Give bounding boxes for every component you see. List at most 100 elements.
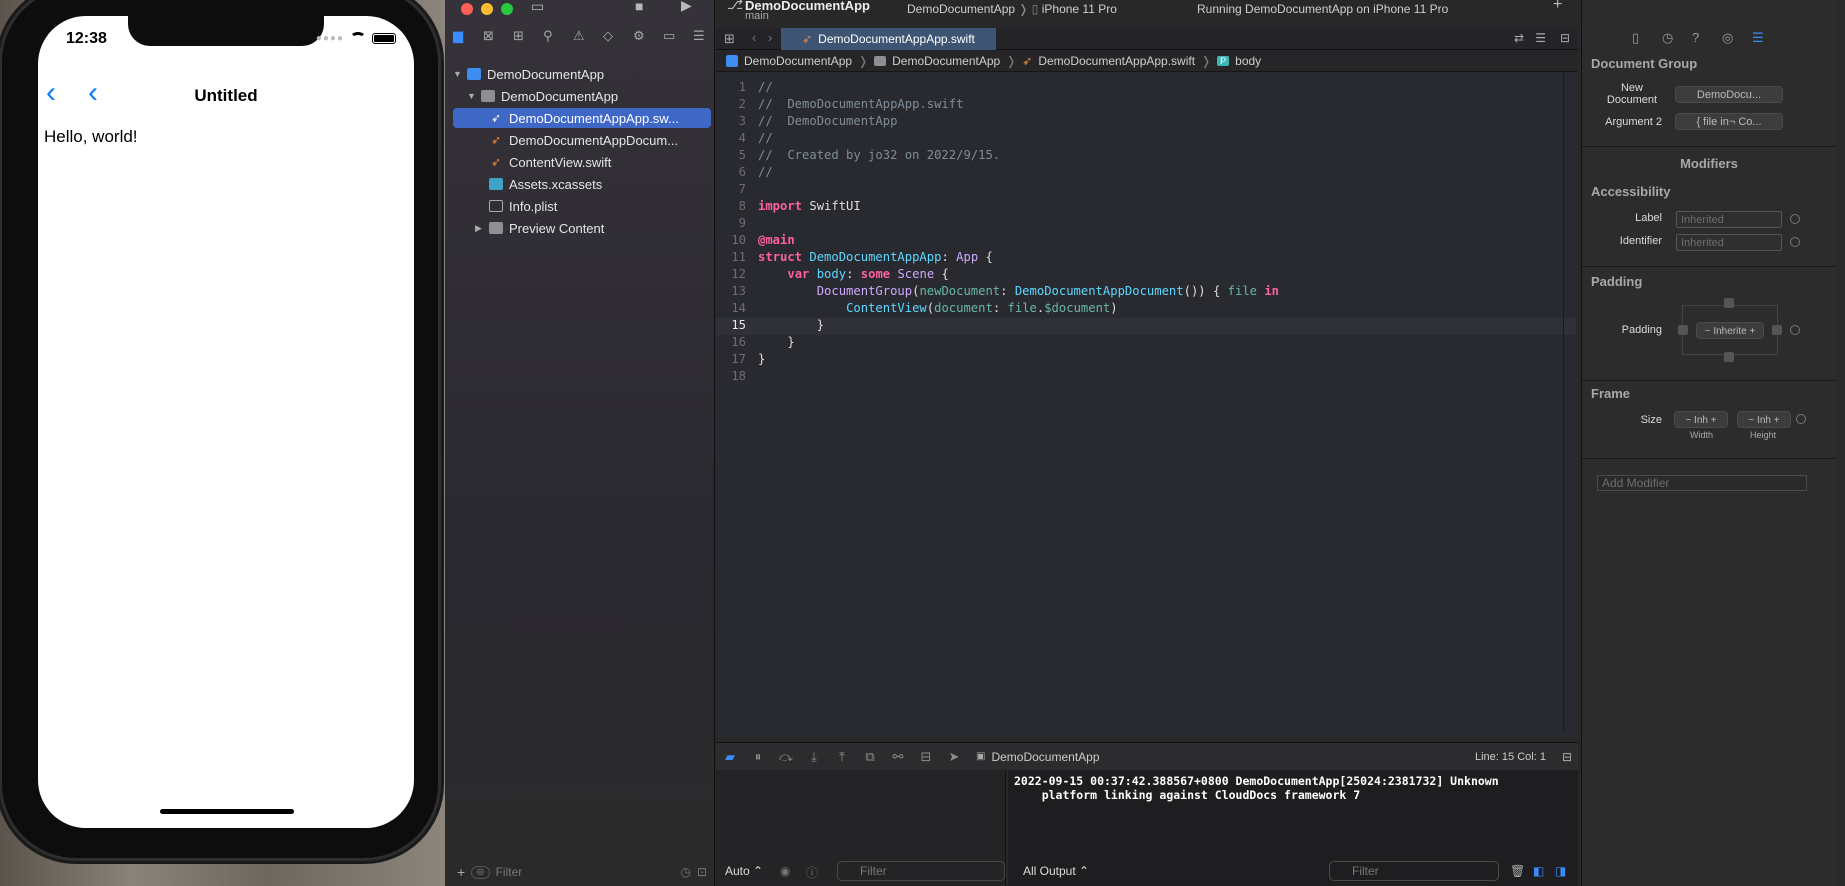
console-filter-input[interactable]: Filter [1329,861,1499,881]
padding-toggle-icon[interactable] [1790,325,1800,335]
add-modifier-input[interactable]: Add Modifier [1597,475,1807,491]
breadcrumb-item[interactable]: body [1235,54,1261,68]
step-into-icon[interactable]: ⤓ [800,749,828,765]
file-inspector-icon[interactable]: ▯ [1632,30,1639,46]
warning-icon[interactable]: ⚠ [573,28,585,44]
section-frame: Frame [1591,386,1631,401]
related-items-icon[interactable]: ⇄ [1514,31,1524,45]
split-editor-icon[interactable]: ⊟ [1560,31,1570,45]
tree-item-app-swift[interactable]: ➶ DemoDocumentAppApp.sw... [453,108,711,128]
disclosure-open-icon[interactable]: ▼ [453,69,467,79]
back-icon[interactable]: ‹ [752,30,756,45]
view-hierarchy-icon[interactable]: ⧉ [856,749,884,765]
argument2-label: Argument 2 [1605,116,1662,128]
show-console-icon[interactable]: ◨ [1555,864,1566,878]
forward-icon[interactable]: › [768,30,772,45]
variables-filter-input[interactable]: Filter [837,861,1005,881]
frame-toggle-icon[interactable] [1796,414,1806,424]
branch-name: main [745,10,769,22]
output-select[interactable]: All Output ⌃ [1023,864,1089,878]
padding-stepper[interactable]: − Inherite + [1696,322,1764,339]
variables-scope-select[interactable]: Auto ⌃ [725,864,763,878]
tree-item-info-plist[interactable]: Info.plist [453,196,711,216]
pause-icon[interactable]: ⏸ [744,749,772,765]
trash-icon[interactable]: 🗑 [1510,864,1525,878]
search-icon[interactable]: ⚲ [543,28,553,44]
section-padding: Padding [1591,274,1643,289]
argument2-field[interactable]: { file in¬ Co... [1675,113,1783,130]
identity-icon[interactable]: ◎ [1722,30,1733,46]
section-document-group: Document Group [1591,56,1698,71]
breadcrumb-item[interactable]: DemoDocumentApp [892,54,1000,68]
tree-item-label: DemoDocumentAppDocum... [509,132,679,148]
close-window-button[interactable] [461,3,473,15]
label-toggle-icon[interactable] [1790,214,1800,224]
run-destination[interactable]: DemoDocumentApp ❭ ▯ iPhone 11 Pro [907,2,1117,16]
recent-icon[interactable]: ◷ [680,865,690,879]
padding-leading-checkbox[interactable] [1678,325,1688,335]
eye-icon[interactable]: ◉ [780,864,790,878]
breadcrumb: DemoDocumentApp ❭ DemoDocumentApp ❭ ➶ De… [716,50,1578,72]
filter-menu-icon[interactable]: ⊜ [471,865,490,879]
source-editor[interactable]: ⊞ ‹ › ➶ DemoDocumentAppApp.swift ⇄ ☰ ⊟ D… [716,28,1578,738]
tree-item-document-swift[interactable]: ➶ DemoDocumentAppDocum... [453,130,711,150]
height-stepper[interactable]: − Inh + [1737,411,1791,428]
add-library-icon[interactable]: + [1553,0,1562,14]
breakpoints-toggle-icon[interactable]: ▰ [716,749,744,765]
location-icon[interactable]: ➤ [940,749,968,765]
zoom-window-button[interactable] [501,3,513,15]
show-variables-icon[interactable]: ◧ [1533,864,1544,878]
padding-bottom-checkbox[interactable] [1724,352,1734,362]
tab-app-swift[interactable]: ➶ DemoDocumentAppApp.swift [781,28,996,50]
sidebar-toggle-icon[interactable]: ▭ [531,0,544,15]
history-icon[interactable]: ◷ [1662,30,1673,46]
identifier-toggle-icon[interactable] [1790,237,1800,247]
tree-item-assets[interactable]: Assets.xcassets [453,174,711,194]
source-control-icon[interactable]: ⊠ [483,28,494,44]
info-icon[interactable]: ⓘ [806,864,818,881]
simulator-screen[interactable]: 12:38 ●●●● ‹ ‹ Untitled Hello, world! [38,16,414,828]
disclosure-open-icon[interactable]: ▼ [467,91,481,101]
breakpoint-icon[interactable]: ▭ [663,28,675,44]
status-time: 12:38 [66,30,107,47]
tree-item-label: Info.plist [509,198,558,214]
padding-trailing-checkbox[interactable] [1772,325,1782,335]
symbol-icon[interactable]: ⊞ [513,28,524,44]
accessibility-label-input[interactable]: Inherited [1676,211,1782,228]
run-icon[interactable]: ▶ [681,0,692,14]
breadcrumb-item[interactable]: DemoDocumentAppApp.swift [1038,54,1195,68]
tree-item-project[interactable]: ▼ DemoDocumentApp [453,64,711,84]
tree-item-preview-content[interactable]: ▶ Preview Content [453,218,711,238]
tree-item-label: DemoDocumentApp [501,88,619,104]
add-icon[interactable]: + [457,864,465,880]
step-over-icon[interactable]: ⤼ [772,749,800,765]
disclosure-closed-icon[interactable]: ▶ [475,223,489,234]
tree-item-contentview[interactable]: ➶ ContentView.swift [453,152,711,172]
attributes-icon[interactable]: ☰ [1752,30,1764,46]
navigator-filter-input[interactable]: Filter [496,865,675,879]
debug-icon[interactable]: ⚙ [633,28,645,44]
breadcrumb-item[interactable]: DemoDocumentApp [744,54,852,68]
environment-icon[interactable]: ⊟ [912,749,940,765]
size-label: Size [1640,414,1662,426]
stop-icon[interactable]: ■ [635,0,643,14]
hide-debug-icon[interactable]: ⊟ [1562,750,1572,764]
report-icon[interactable]: ☰ [693,28,705,44]
quick-help-icon[interactable]: ? [1692,30,1699,45]
editor-options-icon[interactable]: ☰ [1535,31,1546,45]
width-stepper[interactable]: − Inh + [1674,411,1728,428]
padding-top-checkbox[interactable] [1724,298,1734,308]
folder-icon[interactable]: ▆ [453,28,463,44]
code-lines[interactable]: 1// 2// DemoDocumentAppApp.swift 3// Dem… [716,80,1576,386]
minimize-window-button[interactable] [481,3,493,15]
new-document-field[interactable]: DemoDocu... [1675,86,1783,103]
accessibility-identifier-input[interactable]: Inherited [1676,234,1782,251]
debug-target[interactable]: DemoDocumentApp [991,750,1099,764]
grid-icon[interactable]: ⊞ [724,31,735,47]
memory-graph-icon[interactable]: ⚯ [884,749,912,765]
tree-item-folder[interactable]: ▼ DemoDocumentApp [453,86,711,106]
step-out-icon[interactable]: ⤒ [828,749,856,765]
home-indicator[interactable] [160,809,294,814]
test-icon[interactable]: ◇ [603,28,613,44]
scm-filter-icon[interactable]: ⊡ [697,865,707,879]
